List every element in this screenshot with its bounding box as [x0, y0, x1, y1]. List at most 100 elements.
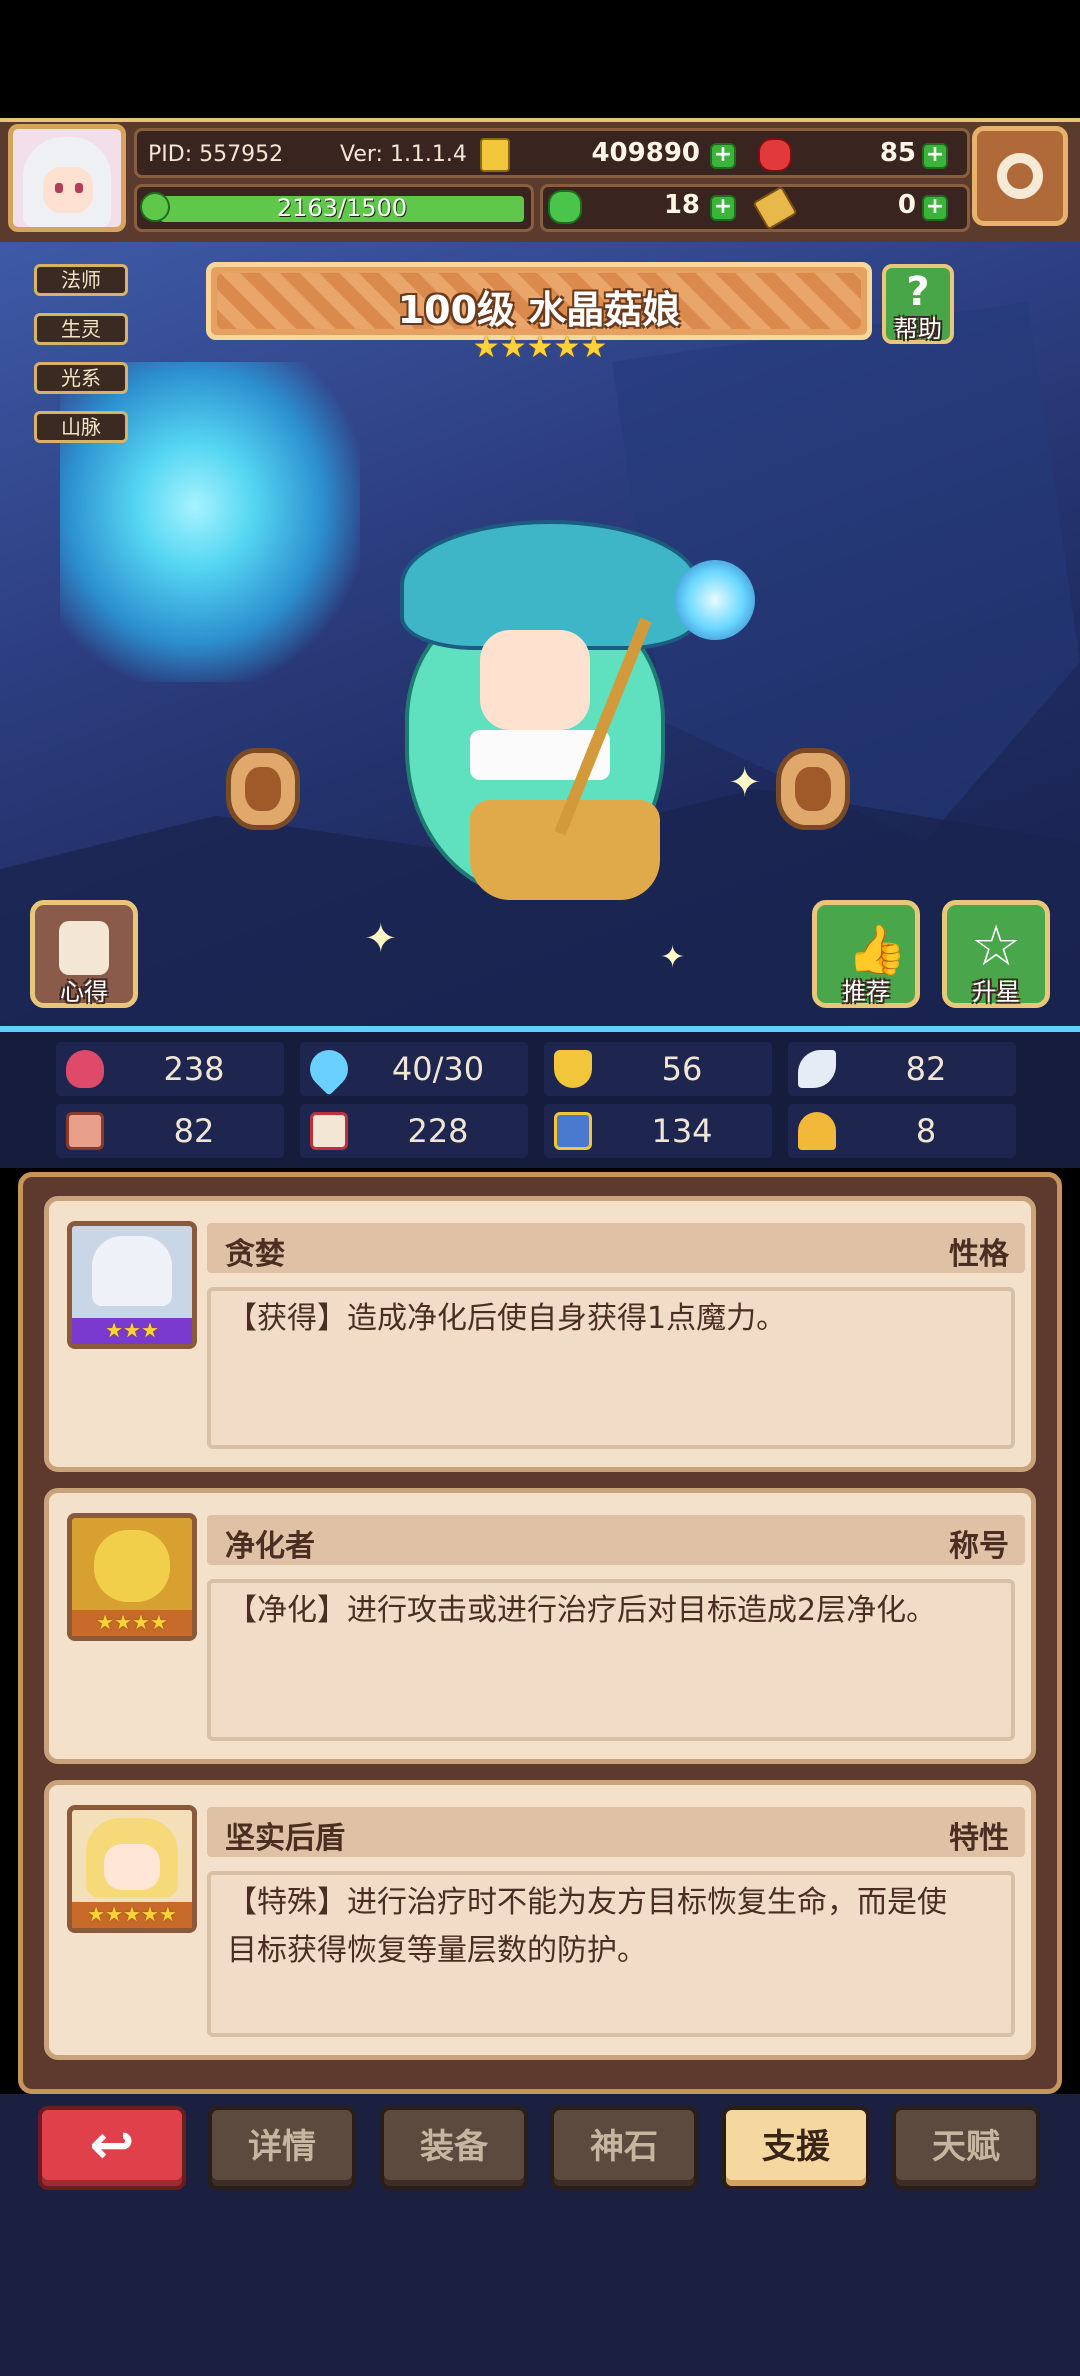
gem-amount: 85	[879, 138, 916, 168]
star-icon: ★	[526, 330, 554, 365]
stat-value: 82	[173, 1112, 215, 1150]
hero-face	[480, 630, 590, 730]
card-description-box: 【获得】造成净化后使自身获得1点魔力。	[207, 1287, 1015, 1449]
card-star-rating: ★★★★★	[72, 1902, 192, 1928]
tab-support[interactable]: 支援	[722, 2106, 870, 2190]
card-description-line2: 目标获得恢复等量层数的防护。	[227, 1933, 647, 1968]
card-description-box: 【特殊】进行治疗时不能为友方目标恢复生命，而是使 目标获得恢复等量层数的防护。	[207, 1871, 1015, 2037]
stat-luck: 8	[788, 1104, 1016, 1158]
card-portrait: ★★★★★	[67, 1805, 197, 1933]
tab-godstone[interactable]: 神石	[550, 2106, 698, 2190]
card-stars: ★★★★★	[87, 1902, 177, 1926]
card-type: 特性	[949, 1821, 1009, 1856]
card-stars: ★★★★	[96, 1610, 168, 1634]
tag-element: 光系	[34, 362, 128, 394]
fist-icon	[66, 1112, 104, 1150]
heart-icon	[66, 1050, 104, 1088]
shield-icon	[554, 1050, 592, 1088]
tag-class: 法师	[34, 264, 128, 296]
hero-star-rating: ★★★★★	[440, 330, 640, 365]
card-header: 净化者 称号	[207, 1515, 1025, 1565]
tab-details[interactable]: 详情	[208, 2106, 356, 2190]
help-label: 帮助	[894, 315, 942, 343]
star-icon: ★	[580, 330, 608, 365]
stat-value: 82	[905, 1050, 947, 1088]
return-arrow-icon: ↩	[89, 2113, 135, 2176]
help-button[interactable]: ? 帮助	[882, 264, 954, 344]
stat-resist: 134	[544, 1104, 772, 1158]
recommend-button[interactable]: 👍 推荐	[812, 900, 920, 1008]
card-type: 性格	[949, 1237, 1009, 1272]
card-title: 净化者	[225, 1529, 315, 1564]
hero-title-banner: 100级 水晶菇娘	[206, 262, 872, 340]
stat-value: 40/30	[391, 1050, 485, 1088]
stat-value: 228	[407, 1112, 469, 1150]
star-icon: ★	[472, 330, 500, 365]
clover-amount: 18	[663, 190, 700, 220]
upstar-label: 升星	[972, 978, 1020, 1006]
stat-attack: 82	[56, 1104, 284, 1158]
sparkle-icon: ✦	[728, 760, 762, 806]
support-card-trait[interactable]: ★★★★★ 坚实后盾 特性 【特殊】进行治疗时不能为友方目标恢复生命，而是使 目…	[44, 1780, 1036, 2060]
thumbs-up-icon: 👍	[847, 922, 907, 978]
card-description: 【获得】造成净化后使自身获得1点魔力。	[227, 1301, 787, 1336]
scroll-icon	[554, 1112, 592, 1150]
tag-terrain: 山脉	[34, 411, 128, 443]
player-id: PID: 557952	[148, 142, 284, 167]
stat-value: 8	[915, 1112, 937, 1150]
add-clover-button[interactable]: +	[710, 195, 736, 221]
star-icon: ★	[553, 330, 581, 365]
gold-amount: 409890	[591, 138, 700, 168]
exp-value: 2163/1500	[276, 194, 408, 222]
card-description-box: 【净化】进行攻击或进行治疗后对目标造成2层净化。	[207, 1579, 1015, 1741]
tab-equipment[interactable]: 装备	[380, 2106, 528, 2190]
upstar-button[interactable]: ☆ 升星	[942, 900, 1050, 1008]
settings-gear-icon[interactable]	[972, 126, 1068, 226]
star-up-icon: ☆	[971, 914, 1022, 979]
sparkle-icon: ✦	[660, 940, 686, 975]
key-amount: 0	[897, 190, 916, 220]
card-header: 坚实后盾 特性	[207, 1807, 1025, 1857]
hero-name: 100级 水晶菇娘	[397, 288, 681, 332]
clover-icon	[548, 190, 582, 224]
book-icon	[310, 1112, 348, 1150]
card-description-line1: 【特殊】进行治疗时不能为友方目标恢复生命，而是使	[227, 1885, 947, 1920]
card-portrait: ★★★★	[67, 1513, 197, 1641]
card-header: 贪婪 性格	[207, 1223, 1025, 1273]
sparkle-icon: ✦	[364, 916, 398, 962]
stat-health: 238	[56, 1042, 284, 1096]
next-hero-button[interactable]	[776, 748, 850, 830]
note-icon	[59, 921, 109, 975]
stat-defense: 56	[544, 1042, 772, 1096]
stat-speed: 82	[788, 1042, 1016, 1096]
support-card-title[interactable]: ★★★★ 净化者 称号 【净化】进行攻击或进行治疗后对目标造成2层净化。	[44, 1488, 1036, 1764]
prev-hero-button[interactable]	[226, 748, 300, 830]
card-title: 坚实后盾	[225, 1821, 345, 1856]
tab-talent[interactable]: 天赋	[892, 2106, 1040, 2190]
version-label: Ver: 1.1.1.4	[340, 142, 467, 167]
stat-value: 56	[661, 1050, 703, 1088]
tag-race: 生灵	[34, 313, 128, 345]
star-icon: ★	[499, 330, 527, 365]
notes-button[interactable]: 心得	[30, 900, 138, 1008]
back-button[interactable]: ↩	[38, 2106, 186, 2190]
player-avatar[interactable]	[8, 124, 126, 232]
add-gem-button[interactable]: +	[922, 143, 948, 169]
card-type: 称号	[949, 1529, 1009, 1564]
stat-value: 134	[651, 1112, 713, 1150]
red-gem-icon	[758, 138, 792, 172]
mana-drop-icon	[302, 1042, 356, 1096]
add-gold-button[interactable]: +	[710, 143, 736, 169]
stat-mana: 40/30	[300, 1042, 528, 1096]
notes-label: 心得	[60, 978, 108, 1006]
card-description: 【净化】进行攻击或进行治疗后对目标造成2层净化。	[227, 1593, 937, 1628]
add-key-button[interactable]: +	[922, 195, 948, 221]
card-star-rating: ★★★	[72, 1318, 192, 1344]
wing-icon	[798, 1050, 836, 1088]
recommend-label: 推荐	[842, 978, 890, 1006]
staff-orb	[675, 560, 755, 640]
stat-value: 238	[163, 1050, 225, 1088]
card-portrait: ★★★	[67, 1221, 197, 1349]
support-card-personality[interactable]: ★★★ 贪婪 性格 【获得】造成净化后使自身获得1点魔力。	[44, 1196, 1036, 1472]
stat-magic: 228	[300, 1104, 528, 1158]
